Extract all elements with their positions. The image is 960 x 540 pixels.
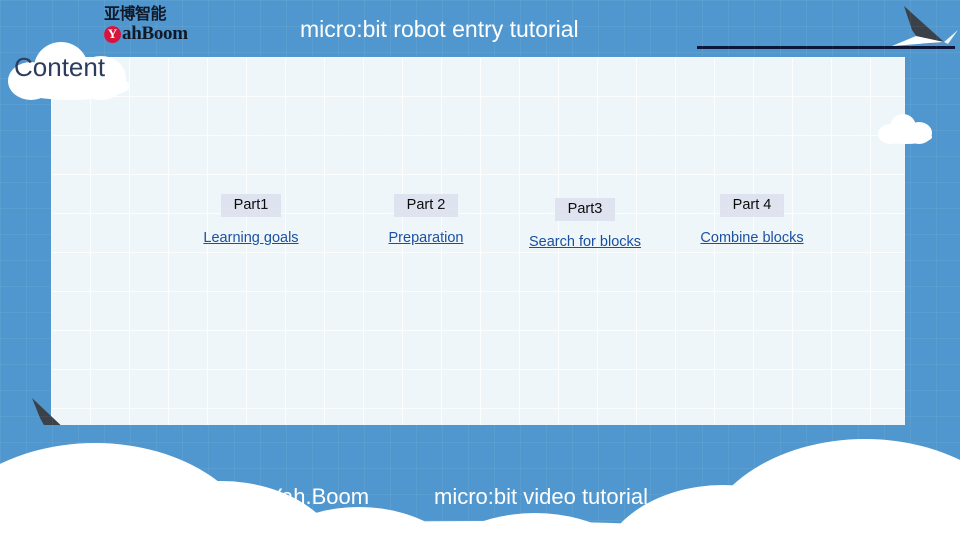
footer-cloud-band [0,425,960,540]
part-chip-3: Part3 [554,198,616,221]
slide-canvas: 亚博智能 Y ahBoom micro:bit robot entry tuto… [0,0,960,540]
part-link-combine-blocks[interactable]: Combine blocks [659,230,845,246]
part-chip-4: Part 4 [719,194,785,217]
footer-brand: Yah.Boom [268,484,370,509]
logo-y-mark-icon: Y [104,25,121,43]
part-item-3[interactable]: Part3 Search for blocks [483,198,687,250]
parts-row: Part1 Learning goals Part 2 Preparation … [51,190,905,270]
logo-chinese-text: 亚博智能 [104,4,167,23]
part-chip-1: Part1 [220,194,282,217]
part-chip-2: Part 2 [393,194,459,217]
page-title: micro:bit robot entry tutorial [300,16,579,42]
cloud-icon-right-edge [878,112,934,144]
footer-subtitle: micro:bit video tutorial [434,484,648,509]
part-item-4[interactable]: Part 4 Combine blocks [659,194,845,246]
part-link-learning-goals[interactable]: Learning goals [166,230,336,246]
logo-wordmark: Y ahBoom [104,24,216,44]
part-item-1[interactable]: Part1 Learning goals [166,194,336,246]
part-link-search-for-blocks[interactable]: Search for blocks [483,234,687,250]
section-label: Content [14,52,106,82]
bird-icon-top-right [892,6,958,46]
logo-word-text: ahBoom [122,23,188,44]
